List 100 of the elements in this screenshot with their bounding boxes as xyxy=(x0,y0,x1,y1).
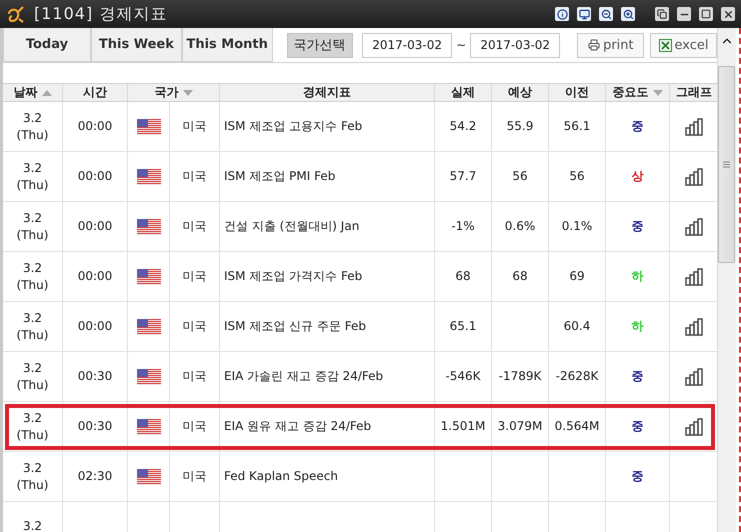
forecast-cell: 55.9 xyxy=(492,102,549,151)
bar-chart-icon[interactable] xyxy=(684,216,704,236)
country-cell: 미국 xyxy=(170,352,220,401)
weekday-text: (Thu) xyxy=(16,176,48,193)
indicator-cell: 건설 지출 (전월대비) Jan xyxy=(220,202,435,251)
column-header[interactable]: 이전 xyxy=(549,84,606,101)
period-tab[interactable]: Today xyxy=(3,28,91,62)
window-title: [1104] 경제지표 xyxy=(34,4,168,24)
date-text: 3.2 xyxy=(22,260,42,276)
previous-cell: 0.564M xyxy=(549,402,606,451)
monitor-icon[interactable] xyxy=(577,7,591,21)
column-header[interactable]: 경제지표 xyxy=(220,84,435,101)
us-flag-icon xyxy=(136,418,160,434)
table-row[interactable]: 3.2 (Thu) 00:00 미국 ISM 제조업 가격지수 Feb 68 68 69 하 xyxy=(3,252,717,302)
column-header[interactable]: 국가 xyxy=(128,84,220,101)
indicator-cell: EIA 원유 재고 증감 24/Feb xyxy=(220,402,435,451)
country-cell: 미국 xyxy=(170,102,220,151)
table-row[interactable]: 3.2 (Thu) 00:30 미국 EIA 가솔린 재고 증감 24/Feb -546K -1789K -2628K 중 xyxy=(3,352,717,402)
table-row[interactable]: 3.2 (Thu) 02:30 미국 Fed Kaplan Speech 중 xyxy=(3,452,717,502)
time-cell: 00:00 xyxy=(63,152,128,201)
date-separator: ~ xyxy=(456,38,466,52)
table-row[interactable]: 3.2 (Thu) 00:00 미국 ISM 제조업 PMI Feb 57.7 56 56 상 xyxy=(3,152,717,202)
column-header[interactable]: 예상 xyxy=(492,84,549,101)
date-text: 3.2 xyxy=(22,410,42,426)
date-from-field[interactable]: 2017-03-02 xyxy=(362,32,452,58)
us-flag-icon xyxy=(136,168,160,184)
zoom-in-icon[interactable] xyxy=(621,7,635,21)
scroll-thumb[interactable] xyxy=(718,66,736,263)
country-select-button[interactable]: 국가선택 xyxy=(286,32,353,58)
bar-chart-icon[interactable] xyxy=(684,316,704,336)
column-header[interactable]: 중요도 xyxy=(606,84,670,101)
forecast-cell: 3.079M xyxy=(492,402,549,451)
importance-cell: 중 xyxy=(606,352,670,401)
column-header[interactable]: 실제 xyxy=(435,84,492,101)
bar-chart-icon[interactable] xyxy=(684,366,704,386)
info-icon[interactable] xyxy=(555,7,569,21)
country-cell: 미국 xyxy=(170,152,220,201)
bar-chart-icon[interactable] xyxy=(684,116,704,136)
indicator-cell: ISM 제조업 가격지수 Feb xyxy=(220,252,435,301)
country-cell: 미국 xyxy=(170,302,220,351)
grip-icon xyxy=(723,161,730,168)
date-to-field[interactable]: 2017-03-02 xyxy=(470,32,560,58)
date-text: 3.2 xyxy=(22,518,42,532)
weekday-text: (Thu) xyxy=(16,426,48,443)
actual-cell: -546K xyxy=(435,352,492,401)
table-row[interactable]: 3.2 (Thu) 00:00 미국 ISM 제조업 신규 주문 Feb 65.1 60.4 하 xyxy=(3,302,717,352)
country-cell: 미국 xyxy=(170,452,220,501)
time-cell: 00:30 xyxy=(63,352,128,401)
highlighted-row[interactable]: 3.2 (Thu) 00:30 미국 EIA 원유 재고 증감 24/Feb 1.501M 3.079M 0.564M 중 xyxy=(3,402,717,452)
actual-cell: 1.501M xyxy=(435,402,492,451)
importance-cell: 중 xyxy=(606,402,670,451)
column-header[interactable]: 날짜 xyxy=(3,84,63,101)
forecast-cell: 68 xyxy=(492,252,549,301)
date-text: 3.2 xyxy=(22,360,42,376)
previous-cell: 56 xyxy=(549,152,606,201)
us-flag-icon xyxy=(136,468,160,484)
minimize-icon[interactable] xyxy=(677,7,691,21)
printer-icon xyxy=(588,39,600,51)
table-row[interactable]: 3.2 (Thu) 00:00 미국 ISM 제조업 고용지수 Feb 54.2 55.9 56.1 중 xyxy=(3,102,717,152)
us-flag-icon xyxy=(136,268,160,284)
indicator-cell: Fed Kaplan Speech xyxy=(220,452,435,501)
indicator-cell: ISM 제조업 신규 주문 Feb xyxy=(220,302,435,351)
period-tab[interactable]: This Week xyxy=(90,28,182,62)
date-text: 3.2 xyxy=(22,210,42,226)
forecast-cell: 0.6% xyxy=(492,202,549,251)
importance-cell: 중 xyxy=(606,202,670,251)
country-cell: 미국 xyxy=(170,202,220,251)
date-text: 3.2 xyxy=(22,310,42,326)
weekday-text: (Thu) xyxy=(16,126,48,143)
importance-cell: 중 xyxy=(606,452,670,501)
previous-cell: 0.1% xyxy=(549,202,606,251)
weekday-text: (Thu) xyxy=(16,326,48,343)
previous-cell: 56.1 xyxy=(549,102,606,151)
importance-cell: 하 xyxy=(606,302,670,351)
time-cell: 00:00 xyxy=(63,202,128,251)
country-cell: 미국 xyxy=(170,252,220,301)
importance-cell: 중 xyxy=(606,102,670,151)
column-header[interactable]: 시간 xyxy=(63,84,128,101)
excel-button[interactable]: excel xyxy=(650,32,717,58)
weekday-text: (Thu) xyxy=(16,376,48,393)
restore-icon[interactable] xyxy=(655,7,669,21)
us-flag-icon xyxy=(136,368,160,384)
close-icon[interactable] xyxy=(721,7,735,21)
indicator-cell: EIA 가솔린 재고 증감 24/Feb xyxy=(220,352,435,401)
forecast-cell: -1789K xyxy=(492,352,549,401)
maximize-icon[interactable] xyxy=(699,7,713,21)
spreadsheet-icon xyxy=(658,38,672,52)
zoom-out-icon[interactable] xyxy=(599,7,613,21)
date-text: 3.2 xyxy=(22,110,42,126)
print-button[interactable]: print xyxy=(577,32,644,58)
weekday-text: (Thu) xyxy=(16,226,48,243)
bar-chart-icon[interactable] xyxy=(684,266,704,286)
bar-chart-icon[interactable] xyxy=(684,166,704,186)
period-tab[interactable]: This Month xyxy=(182,28,273,62)
weekday-text: (Thu) xyxy=(16,276,48,293)
us-flag-icon xyxy=(136,218,160,234)
table-row[interactable]: 3.2 (Thu) 00:00 미국 건설 지출 (전월대비) Jan -1% 0.6% 0.1% 중 xyxy=(3,202,717,252)
bar-chart-icon[interactable] xyxy=(684,416,704,436)
scrollbar[interactable] xyxy=(717,28,736,532)
time-cell: 00:00 xyxy=(63,102,128,151)
